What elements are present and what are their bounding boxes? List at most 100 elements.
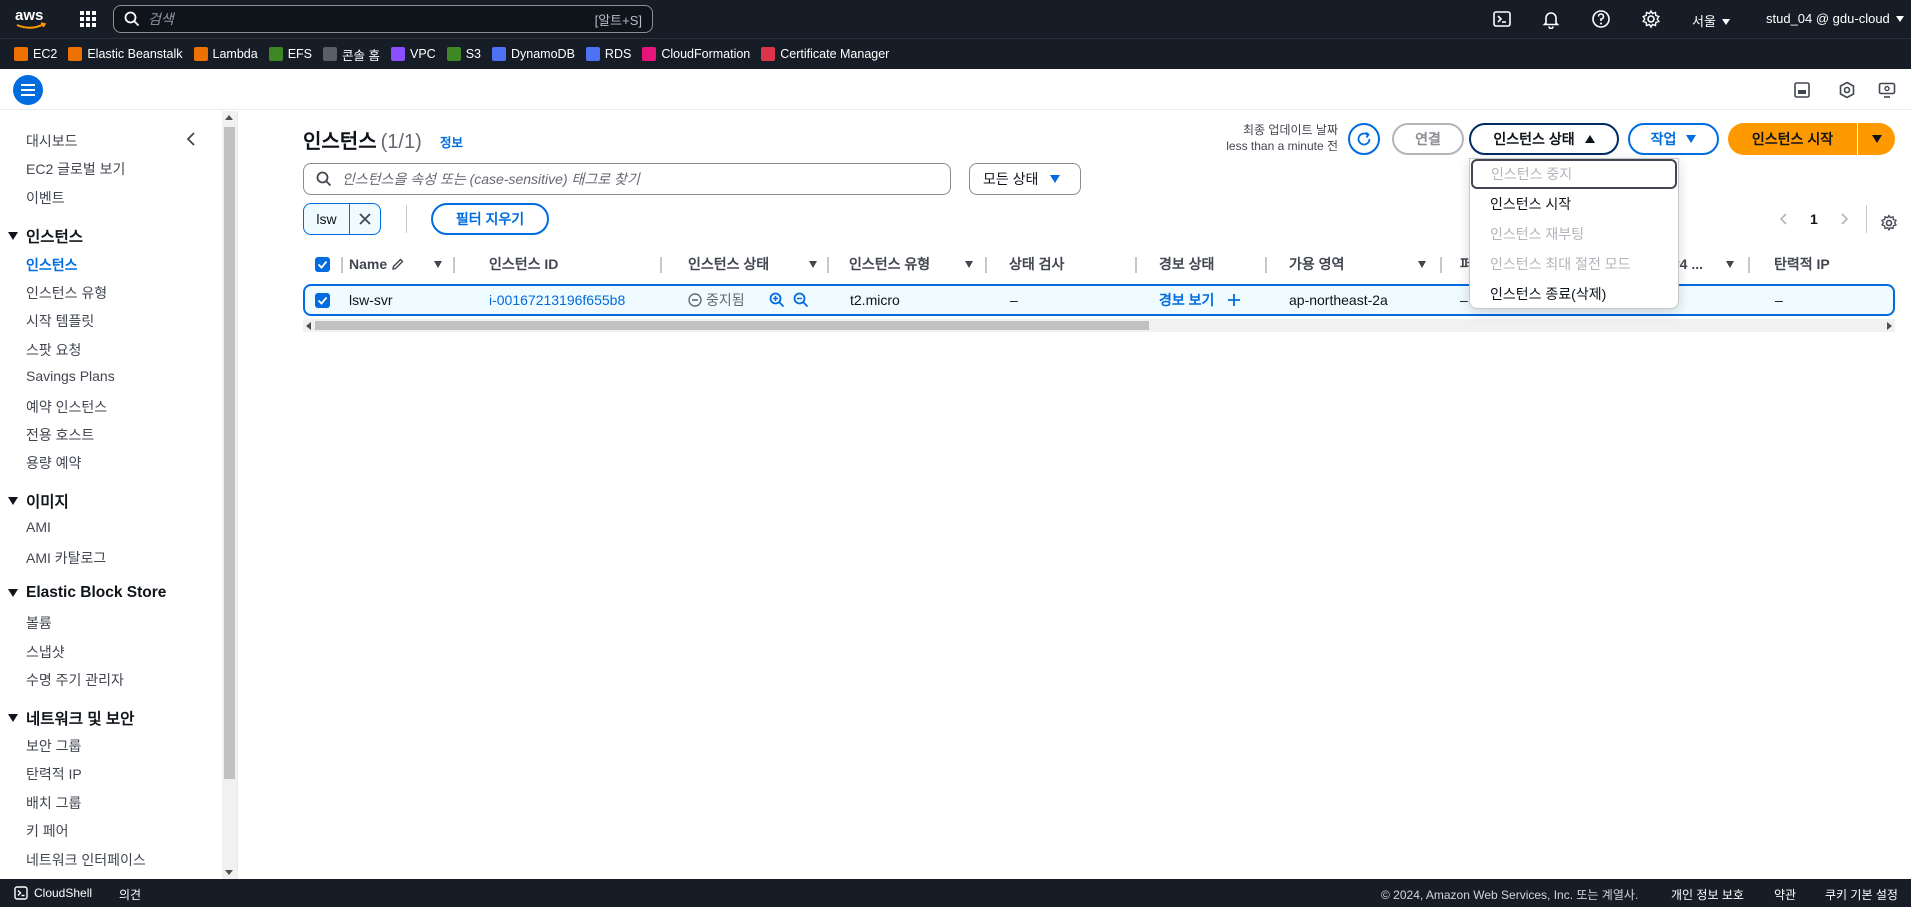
column-header-name[interactable]: Name [349, 249, 405, 279]
privacy-link[interactable]: 개인 정보 보호 [1671, 886, 1744, 903]
notifications-bell-icon[interactable] [1541, 9, 1561, 29]
sidebar-scroll-thumb[interactable] [224, 127, 235, 779]
account-menu[interactable]: stud_04 @ gdu-cloud [1766, 11, 1904, 26]
sort-icon[interactable] [965, 249, 973, 279]
sidebar-item[interactable]: AMI 카탈로그 [26, 548, 106, 568]
monitor-settings-icon[interactable] [1878, 81, 1896, 99]
table-preferences-gear-icon[interactable] [1880, 214, 1898, 232]
sidebar-item[interactable]: 스팟 요청 [26, 340, 81, 360]
instance-filter-input[interactable]: 인스턴스을 속성 또는 (case-sensitive) 태그로 찾기 [303, 163, 951, 195]
favorite-certificate-manager[interactable]: Certificate Manager [761, 47, 889, 61]
panel-icon[interactable] [1793, 81, 1811, 99]
region-selector[interactable]: 서울 [1692, 11, 1730, 30]
row-checkbox[interactable] [315, 286, 330, 314]
cloudshell-link[interactable]: CloudShell [34, 886, 92, 900]
connect-button[interactable]: 연결 [1392, 123, 1464, 155]
remove-token-button[interactable] [350, 204, 380, 234]
sort-icon[interactable] [434, 249, 442, 279]
sidebar-item[interactable]: 대시보드 [26, 131, 78, 151]
table-horizontal-scrollbar[interactable] [303, 319, 1895, 332]
sidebar-item[interactable]: 보안 그룹 [26, 736, 81, 756]
page-number[interactable]: 1 [1810, 211, 1818, 227]
favorite-ec2[interactable]: EC2 [14, 47, 57, 61]
sort-icon[interactable] [809, 249, 817, 279]
sidebar-item[interactable]: 키 페어 [26, 821, 69, 841]
favorite-s3[interactable]: S3 [446, 47, 481, 61]
instance-state-menu: 인스턴스 중지 인스턴스 시작 인스턴스 재부팅 인스턴스 최대 절전 모드 인스턴스 … [1469, 158, 1679, 309]
chevron-right-icon[interactable] [1838, 213, 1850, 225]
instance-state-button[interactable]: 인스턴스 상태 [1469, 123, 1619, 155]
launch-instance-button[interactable]: 인스턴스 시작 [1728, 123, 1857, 155]
sidebar-item[interactable]: 탄력적 IP [26, 764, 82, 784]
help-icon[interactable] [1591, 9, 1611, 29]
zoom-in-icon[interactable] [769, 292, 785, 308]
hexagon-icon[interactable] [1838, 81, 1856, 99]
launch-instance-dropdown[interactable] [1858, 123, 1895, 155]
sidebar-item[interactable]: 볼륨 [26, 613, 52, 633]
sidebar-item[interactable]: AMI [26, 519, 51, 535]
cookie-preferences-link[interactable]: 쿠키 기본 설정 [1825, 886, 1898, 903]
sidebar-scrollbar[interactable] [222, 111, 237, 879]
sidebar-item[interactable]: 시작 템플릿 [26, 311, 94, 331]
collapse-chevron-left-icon[interactable] [184, 132, 198, 146]
state-menu-item[interactable]: 인스턴스 종료(삭제) [1470, 279, 1678, 309]
state-filter-select[interactable]: 모든 상태 [969, 163, 1081, 195]
sidebar-item[interactable]: 수명 주기 관리자 [26, 670, 124, 690]
column-header-alarm-status[interactable]: 경보 상태 [1159, 249, 1214, 279]
favorite-dynamodb[interactable]: DynamoDB [492, 47, 575, 61]
info-link[interactable]: 정보 [440, 132, 463, 151]
column-header-instance-id[interactable]: 인스턴스 ID [489, 249, 558, 279]
side-nav-toggle-button[interactable] [13, 75, 43, 105]
sidebar-item[interactable]: 스냅샷 [26, 642, 65, 662]
table-scroll-thumb[interactable] [315, 321, 1149, 330]
column-header-availability-zone[interactable]: 가용 영역 [1289, 249, 1344, 279]
sidebar-item[interactable]: 인스턴스 [26, 255, 78, 275]
sort-icon[interactable] [1418, 249, 1426, 279]
service-icon [268, 47, 283, 61]
settings-gear-icon[interactable] [1641, 9, 1661, 29]
sidebar-section-toggle[interactable]: 네트워크 및 보안 [8, 707, 134, 729]
sidebar-item[interactable]: 배치 그룹 [26, 793, 81, 813]
column-header-instance-type[interactable]: 인스턴스 유형 [849, 249, 930, 279]
favorite-cloudformation[interactable]: CloudFormation [642, 47, 750, 61]
favorite-elastic-beanstalk[interactable]: Elastic Beanstalk [68, 47, 183, 61]
sidebar-item[interactable]: 전용 호스트 [26, 425, 94, 445]
terms-link[interactable]: 약관 [1774, 886, 1796, 903]
select-all-checkbox[interactable] [315, 249, 330, 279]
services-grid-icon[interactable] [78, 9, 98, 29]
footer: CloudShell 의견 © 2024, Amazon Web Service… [0, 879, 1911, 907]
view-alarms-link[interactable]: 경보 보기 [1159, 286, 1214, 314]
cloudshell-icon[interactable] [14, 886, 28, 900]
favorite-lambda[interactable]: Lambda [193, 47, 258, 61]
sidebar-section-toggle[interactable]: 인스턴스 [8, 225, 83, 247]
sidebar-item[interactable]: 네트워크 인터페이스 [26, 850, 146, 870]
state-menu-item[interactable]: 인스턴스 시작 [1470, 189, 1678, 219]
sort-icon[interactable] [1726, 249, 1734, 279]
add-alarm-plus-icon[interactable] [1227, 293, 1241, 307]
sidebar-section-toggle[interactable]: 이미지 [8, 490, 69, 512]
sidebar-item[interactable]: Savings Plans [26, 368, 115, 384]
instance-id-link[interactable]: i-00167213196f655b8 [489, 286, 625, 314]
actions-button[interactable]: 작업 [1628, 123, 1719, 155]
sidebar-item[interactable]: 용량 예약 [26, 453, 81, 473]
sidebar-item[interactable]: 예약 인스턴스 [26, 397, 107, 417]
sidebar-section-toggle[interactable]: Elastic Block Store [8, 584, 166, 602]
zoom-out-icon[interactable] [793, 292, 809, 308]
column-header-instance-state[interactable]: 인스턴스 상태 [688, 249, 769, 279]
chevron-left-icon[interactable] [1778, 213, 1790, 225]
cloudshell-icon[interactable] [1492, 9, 1512, 29]
feedback-link[interactable]: 의견 [119, 886, 141, 903]
favorite-vpc[interactable]: VPC [391, 47, 436, 61]
sidebar-item[interactable]: 인스턴스 유형 [26, 283, 107, 303]
global-search-input[interactable]: 검색 [알트+S] [113, 5, 653, 33]
sidebar-item[interactable]: EC2 글로벌 보기 [26, 159, 125, 179]
column-header-status-check[interactable]: 상태 검사 [1009, 249, 1064, 279]
refresh-button[interactable] [1348, 123, 1380, 155]
favorite-콘솔-홈[interactable]: 콘솔 홈 [323, 45, 380, 64]
favorite-rds[interactable]: RDS [585, 47, 631, 61]
clear-filters-button[interactable]: 필터 지우기 [431, 203, 549, 235]
favorite-efs[interactable]: EFS [268, 47, 312, 61]
sidebar-item[interactable]: 이벤트 [26, 188, 65, 208]
column-header-elastic-ip[interactable]: 탄력적 IP [1774, 249, 1830, 279]
aws-logo[interactable]: aws [14, 6, 48, 32]
